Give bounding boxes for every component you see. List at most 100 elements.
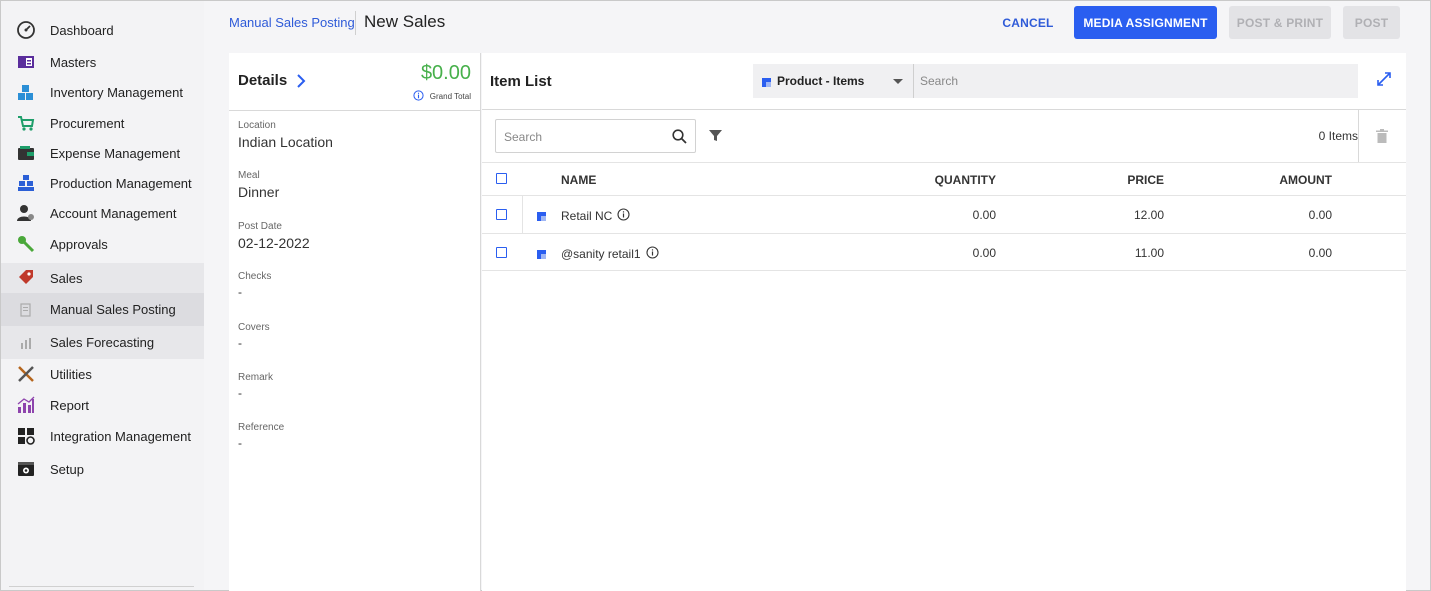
field-remark: Remark - bbox=[238, 372, 273, 400]
item-list-header: Item List Product - Items Search bbox=[482, 53, 1406, 110]
sidebar-divider bbox=[9, 586, 194, 587]
table-search-placeholder: Search bbox=[504, 130, 543, 144]
field-label: Covers bbox=[238, 322, 270, 333]
sidebar-item-label: Sales bbox=[50, 270, 83, 286]
row-divider bbox=[522, 196, 523, 233]
table-header-row: NAME QUANTITY PRICE AMOUNT bbox=[482, 162, 1406, 195]
setup-gear-icon bbox=[16, 459, 36, 479]
sidebar-item-setup[interactable]: Setup bbox=[1, 454, 204, 484]
item-search-input[interactable]: Search bbox=[913, 64, 1358, 98]
row-name: @sanity retail1 bbox=[561, 247, 641, 261]
cancel-button[interactable]: CANCEL bbox=[997, 6, 1059, 39]
item-list-title: Item List bbox=[490, 73, 552, 90]
field-label: Reference bbox=[238, 422, 285, 433]
details-panel: Details $0.00 Grand Total Location India… bbox=[229, 53, 481, 591]
row-amount: 0.00 bbox=[1308, 246, 1332, 260]
sidebar-item-manual-sales-posting[interactable]: Manual Sales Posting bbox=[1, 293, 204, 326]
column-header-price[interactable]: PRICE bbox=[1127, 173, 1164, 187]
sidebar-item-label: Inventory Management bbox=[50, 84, 183, 100]
column-header-quantity[interactable]: QUANTITY bbox=[935, 173, 996, 187]
dashboard-gauge-icon bbox=[16, 20, 36, 40]
select-all-checkbox[interactable] bbox=[496, 173, 507, 184]
approvals-key-icon bbox=[16, 234, 36, 254]
field-value: - bbox=[238, 336, 242, 350]
sidebar-item-label: Manual Sales Posting bbox=[50, 302, 176, 317]
sidebar-item-inventory-management[interactable]: Inventory Management bbox=[1, 77, 204, 107]
sidebar-item-account-management[interactable]: Account Management bbox=[1, 198, 204, 228]
production-stack-icon bbox=[16, 173, 36, 193]
caret-down-icon bbox=[893, 79, 903, 84]
field-value: Indian Location bbox=[238, 134, 333, 150]
chevron-right-icon[interactable] bbox=[295, 73, 307, 89]
item-table: NAME QUANTITY PRICE AMOUNT Retail NC 0.0… bbox=[482, 162, 1406, 271]
expand-icon[interactable] bbox=[1377, 72, 1391, 91]
product-item-icon bbox=[537, 209, 547, 227]
inventory-boxes-icon bbox=[16, 82, 36, 102]
post-print-button[interactable]: POST & PRINT bbox=[1229, 6, 1331, 39]
field-post-date: Post Date 02-12-2022 bbox=[238, 221, 310, 251]
account-user-gear-icon bbox=[16, 203, 36, 223]
item-type-select[interactable]: Product - Items bbox=[753, 64, 913, 98]
sidebar-item-production-management[interactable]: Production Management bbox=[1, 168, 204, 198]
row-checkbox[interactable] bbox=[496, 247, 507, 258]
breadcrumb-manual-sales-posting[interactable]: Manual Sales Posting bbox=[229, 15, 355, 30]
column-header-amount[interactable]: AMOUNT bbox=[1279, 173, 1332, 187]
row-quantity[interactable]: 0.00 bbox=[973, 246, 996, 260]
sidebar-item-expense-management[interactable]: Expense Management bbox=[1, 138, 204, 168]
sidebar-item-masters[interactable]: Masters bbox=[1, 47, 204, 77]
grand-total-label: Grand Total bbox=[429, 92, 471, 101]
sidebar-item-procurement[interactable]: Procurement bbox=[1, 108, 204, 138]
details-title: Details bbox=[238, 72, 288, 89]
info-icon[interactable] bbox=[413, 90, 424, 103]
sidebar-item-label: Dashboard bbox=[50, 22, 114, 38]
row-price: 12.00 bbox=[1133, 208, 1164, 222]
table-search-input[interactable]: Search bbox=[495, 119, 696, 153]
table-row[interactable]: Retail NC 0.00 12.00 0.00 bbox=[482, 195, 1406, 233]
sidebar-item-utilities[interactable]: Utilities bbox=[1, 359, 204, 389]
breadcrumb-divider bbox=[355, 11, 356, 35]
media-assignment-button[interactable]: MEDIA ASSIGNMENT bbox=[1074, 6, 1217, 39]
field-meal: Meal Dinner bbox=[238, 170, 279, 200]
integration-grid-icon bbox=[16, 426, 36, 446]
field-covers: Covers - bbox=[238, 322, 270, 350]
sidebar-item-label: Account Management bbox=[50, 205, 177, 221]
grand-total-label-wrap: Grand Total bbox=[413, 90, 471, 103]
report-chart-icon bbox=[16, 395, 36, 415]
column-header-name[interactable]: NAME bbox=[561, 173, 596, 187]
sidebar-item-label: Setup bbox=[50, 461, 84, 477]
field-value: Dinner bbox=[238, 184, 280, 200]
row-quantity[interactable]: 0.00 bbox=[973, 208, 996, 222]
page-header: Manual Sales Posting New Sales CANCEL ME… bbox=[205, 1, 1430, 47]
sidebar-item-approvals[interactable]: Approvals bbox=[1, 229, 204, 259]
items-count: 0 Items bbox=[1318, 129, 1358, 143]
field-value: - bbox=[238, 386, 242, 400]
forecast-chart-icon bbox=[16, 333, 36, 353]
sidebar-item-integration-management[interactable]: Integration Management bbox=[1, 421, 204, 451]
trash-icon[interactable] bbox=[1376, 129, 1388, 148]
grand-total-amount: $0.00 bbox=[420, 62, 471, 84]
sidebar-item-sales-forecasting[interactable]: Sales Forecasting bbox=[1, 326, 204, 359]
info-icon[interactable] bbox=[645, 246, 659, 262]
product-item-icon bbox=[537, 247, 547, 265]
row-amount: 0.00 bbox=[1308, 208, 1332, 222]
sidebar-item-label: Integration Management bbox=[50, 428, 191, 444]
sidebar-item-label: Production Management bbox=[50, 175, 192, 191]
item-list-panel: Item List Product - Items Search Search … bbox=[482, 53, 1406, 591]
expense-wallet-icon bbox=[16, 143, 36, 163]
sidebar-item-label: Expense Management bbox=[50, 145, 181, 161]
sidebar-item-dashboard[interactable]: Dashboard bbox=[1, 15, 204, 45]
search-icon[interactable] bbox=[672, 129, 687, 149]
info-icon[interactable] bbox=[617, 208, 630, 224]
sidebar-item-label: Report bbox=[50, 397, 90, 413]
row-checkbox[interactable] bbox=[496, 209, 507, 220]
row-name-cell: @sanity retail1 bbox=[561, 246, 659, 262]
sidebar: Dashboard Masters Inventory Management P… bbox=[1, 1, 204, 590]
filter-icon[interactable] bbox=[709, 129, 722, 147]
sidebar-item-report[interactable]: Report bbox=[1, 390, 204, 420]
details-header: Details $0.00 Grand Total bbox=[229, 53, 480, 111]
sidebar-item-label: Utilities bbox=[50, 366, 92, 382]
sidebar-item-sales[interactable]: Sales bbox=[1, 263, 204, 293]
table-row[interactable]: @sanity retail1 0.00 11.00 0.00 bbox=[482, 233, 1406, 271]
post-button[interactable]: POST bbox=[1343, 6, 1400, 39]
field-label: Post Date bbox=[238, 221, 282, 232]
